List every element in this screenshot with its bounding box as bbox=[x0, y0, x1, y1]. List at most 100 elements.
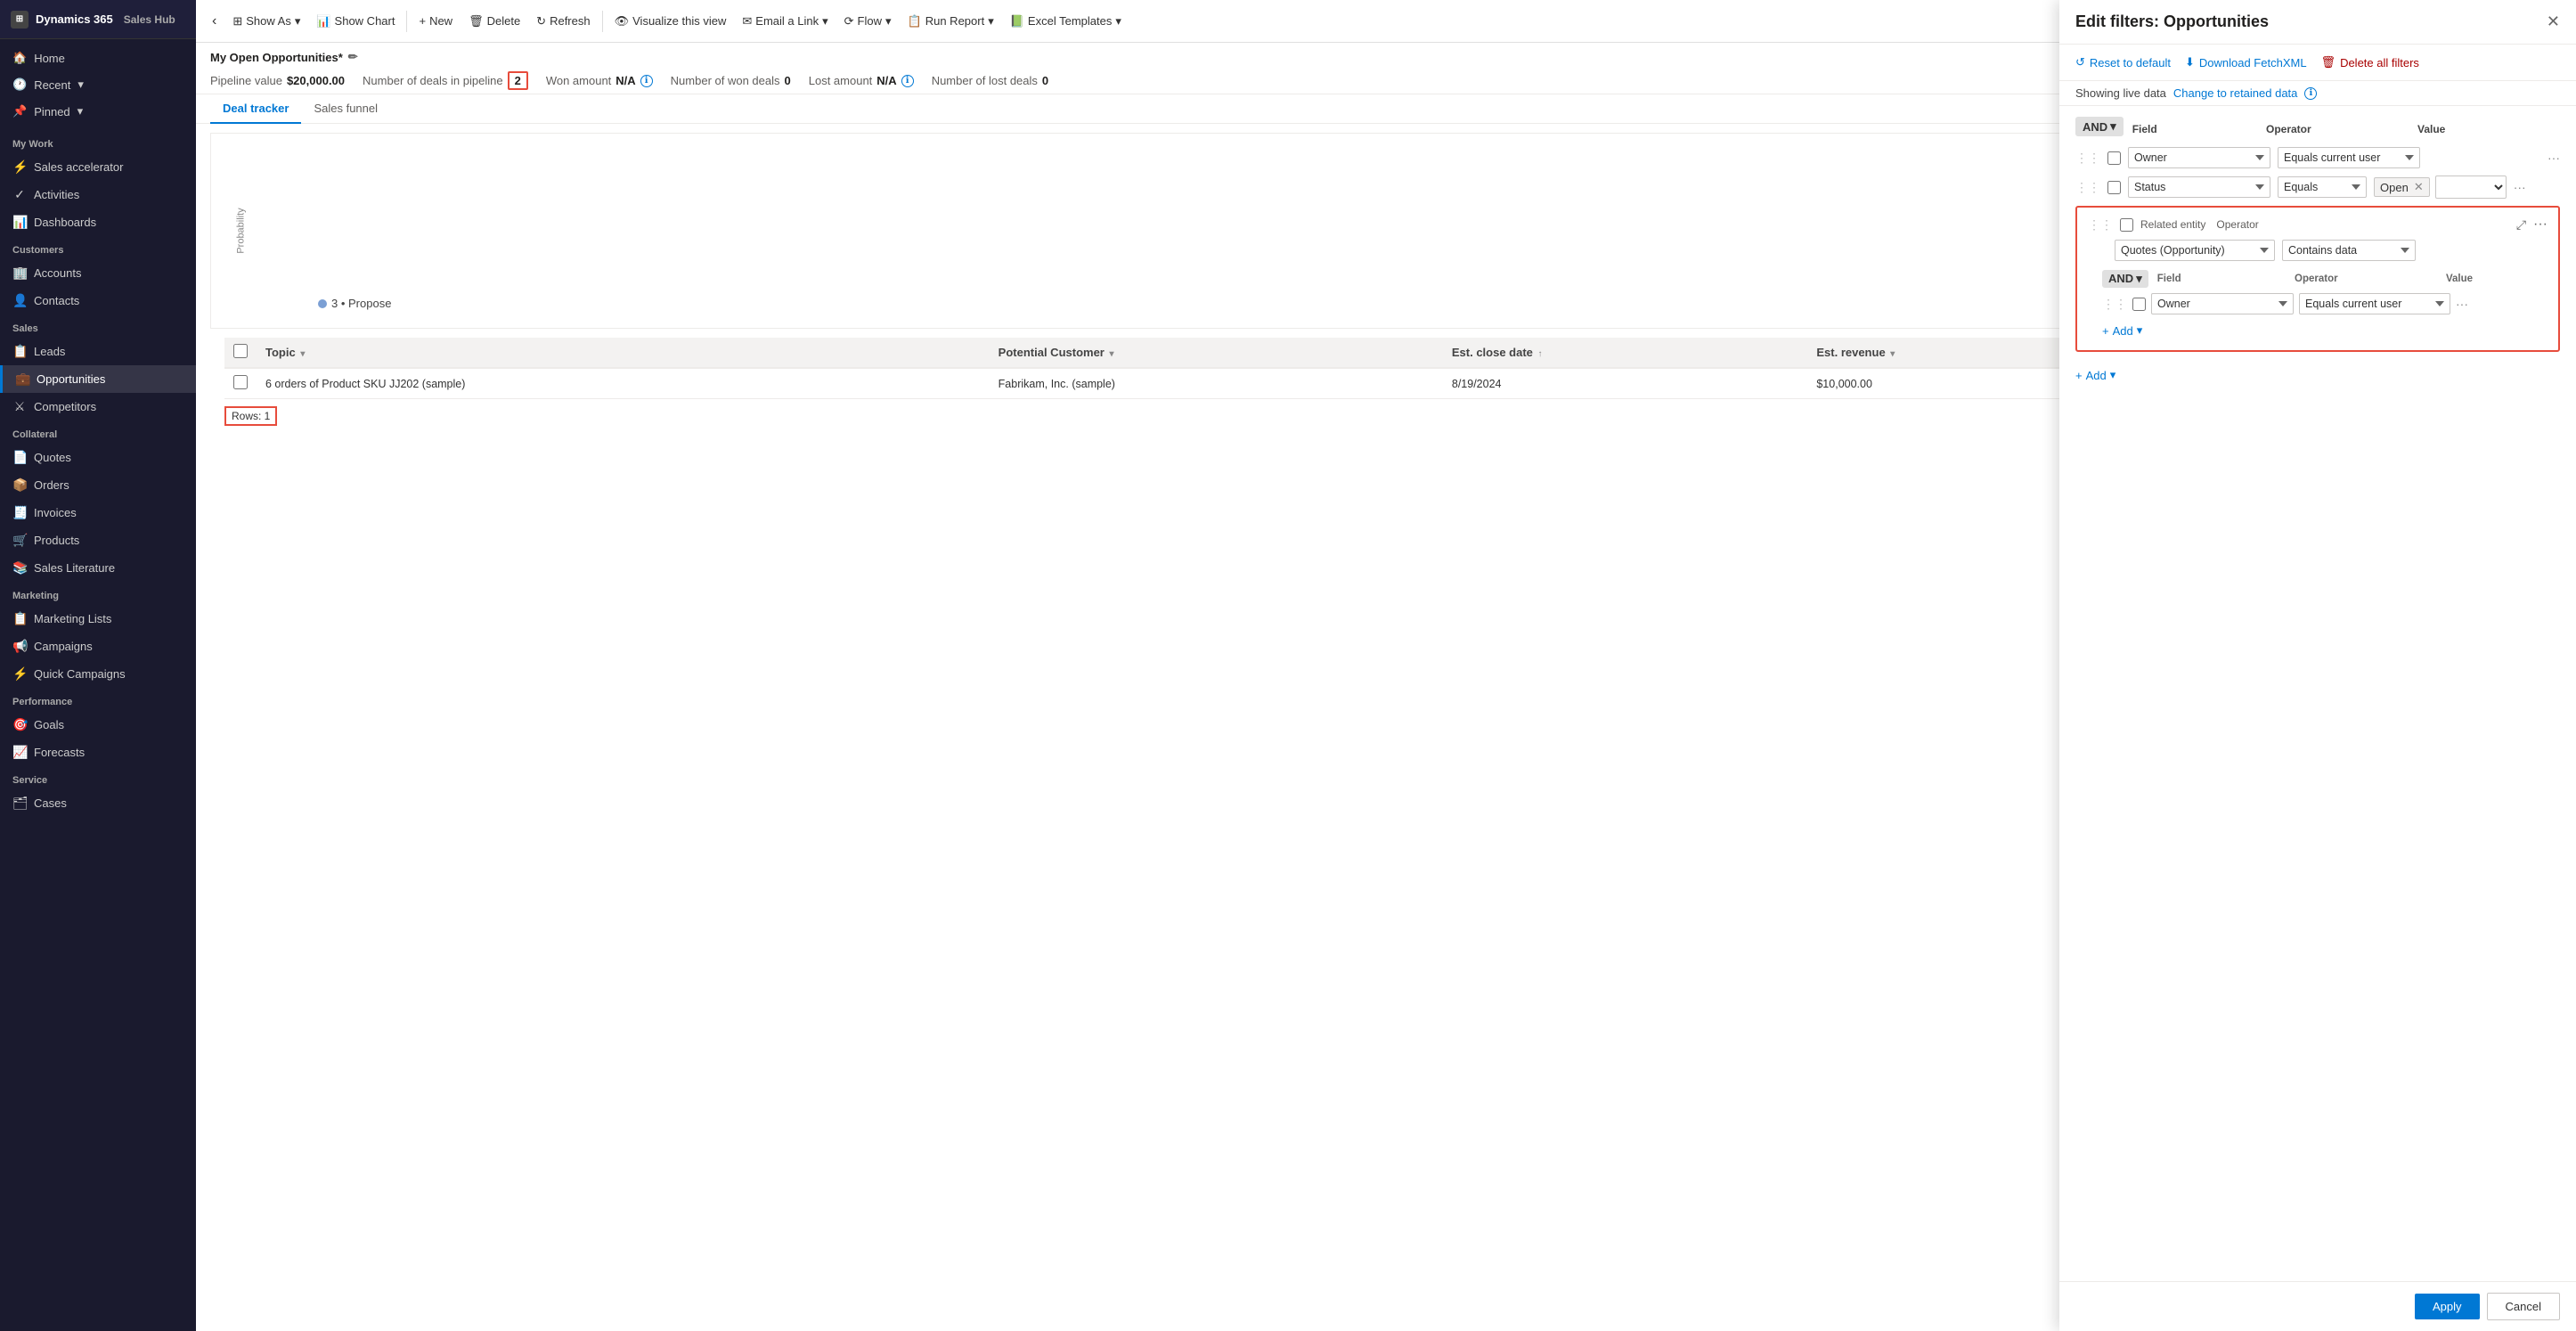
sidebar-item-home[interactable]: 🏠 Home bbox=[0, 45, 196, 71]
inner-add-button[interactable]: + Add ▾ bbox=[2102, 320, 2142, 341]
sidebar-item-sales-literature[interactable]: 📚 Sales Literature bbox=[0, 554, 196, 582]
field-col-label: Field bbox=[2132, 123, 2257, 135]
chevron-down-icon: ▾ bbox=[295, 14, 301, 29]
visualize-button[interactable]: 👁 Visualize this view bbox=[607, 10, 734, 33]
value-col-label: Value bbox=[2417, 123, 2533, 135]
panel-close-button[interactable]: ✕ bbox=[2547, 12, 2560, 31]
filter-body: AND ▾ Field Operator Value ⋮⋮ Owner Equa… bbox=[2059, 106, 2576, 1281]
run-report-button[interactable]: 📋 Run Report ▾ bbox=[901, 10, 1001, 33]
excel-templates-button[interactable]: 📗 Excel Templates ▾ bbox=[1003, 10, 1129, 33]
owner-operator-select[interactable]: Equals current user bbox=[2278, 147, 2420, 168]
status-tag: Open ✕ bbox=[2374, 177, 2430, 197]
related-entity-selects: Quotes (Opportunity) Contains data bbox=[2088, 240, 2547, 261]
sidebar-item-quotes[interactable]: 📄 Quotes bbox=[0, 444, 196, 471]
inner-filter-more-button[interactable]: ··· bbox=[2456, 297, 2468, 311]
sidebar-item-competitors[interactable]: ⚔ Competitors bbox=[0, 393, 196, 421]
number-won-label: Number of won deals bbox=[671, 74, 780, 87]
new-button[interactable]: + New bbox=[412, 10, 460, 32]
show-chart-label: Show Chart bbox=[335, 14, 395, 28]
related-entity-header: ⋮⋮ Related entity Operator ⤢ ··· bbox=[2088, 216, 2547, 233]
col-header-customer[interactable]: Potential Customer ▾ bbox=[990, 338, 1443, 368]
change-to-retained-link[interactable]: Change to retained data bbox=[2173, 86, 2298, 100]
col-header-topic[interactable]: Topic ▾ bbox=[257, 338, 990, 368]
sidebar-label-goals: Goals bbox=[34, 718, 64, 731]
and-badge[interactable]: AND ▾ bbox=[2075, 117, 2124, 136]
sidebar-label-opportunities: Opportunities bbox=[37, 372, 105, 386]
tab-sales-funnel[interactable]: Sales funnel bbox=[301, 94, 390, 124]
sort-icon: ▾ bbox=[1890, 349, 1895, 359]
row-topic-cell[interactable]: 6 orders of Product SKU JJ202 (sample) bbox=[257, 368, 990, 399]
products-icon: 🛒 bbox=[12, 533, 27, 548]
flow-label: Flow bbox=[858, 14, 882, 28]
sidebar-label-activities: Activities bbox=[34, 188, 79, 201]
filter-row-checkbox-2[interactable] bbox=[2107, 181, 2121, 194]
inner-owner-operator-select[interactable]: Equals current user bbox=[2299, 293, 2450, 314]
sidebar-item-leads[interactable]: 📋 Leads bbox=[0, 338, 196, 365]
flow-button[interactable]: ⟳ Flow ▾ bbox=[837, 10, 899, 33]
inner-filter-checkbox[interactable] bbox=[2132, 298, 2146, 311]
row-customer-cell[interactable]: Fabrikam, Inc. (sample) bbox=[990, 368, 1443, 399]
cancel-button[interactable]: Cancel bbox=[2487, 1293, 2560, 1320]
sidebar-item-products[interactable]: 🛒 Products bbox=[0, 527, 196, 554]
sidebar-item-dashboards[interactable]: 📊 Dashboards bbox=[0, 208, 196, 236]
sidebar-item-quick-campaigns[interactable]: ⚡ Quick Campaigns bbox=[0, 660, 196, 688]
related-entity-select[interactable]: Quotes (Opportunity) bbox=[2115, 240, 2275, 261]
status-tag-remove[interactable]: ✕ bbox=[2414, 180, 2424, 194]
refresh-button[interactable]: ↻ Refresh bbox=[529, 10, 597, 33]
select-all-checkbox[interactable] bbox=[233, 344, 248, 358]
sidebar-item-campaigns[interactable]: 📢 Campaigns bbox=[0, 633, 196, 660]
sidebar-item-orders[interactable]: 📦 Orders bbox=[0, 471, 196, 499]
reset-icon: ↺ bbox=[2075, 55, 2085, 69]
app-name: Dynamics 365 bbox=[36, 12, 113, 26]
reset-default-button[interactable]: ↺ Reset to default bbox=[2075, 52, 2171, 73]
sidebar-label-contacts: Contacts bbox=[34, 294, 79, 307]
related-entity-operator-select[interactable]: Contains data bbox=[2282, 240, 2416, 261]
sidebar-item-forecasts[interactable]: 📈 Forecasts bbox=[0, 739, 196, 766]
related-entity-more-button[interactable]: ··· bbox=[2533, 216, 2547, 233]
tab-deal-tracker[interactable]: Deal tracker bbox=[210, 94, 301, 124]
filter-row-checkbox-1[interactable] bbox=[2107, 151, 2121, 165]
sidebar-item-opportunities[interactable]: 💼 Opportunities bbox=[0, 365, 196, 393]
sidebar-item-cases[interactable]: 🗂 Cases bbox=[0, 789, 196, 817]
inner-and-badge[interactable]: AND ▾ bbox=[2102, 270, 2148, 288]
add-filter-button[interactable]: + Add ▾ bbox=[2075, 363, 2115, 388]
filter-row-more-button-1[interactable]: ··· bbox=[2547, 151, 2560, 165]
download-fetchxml-button[interactable]: ⬇ Download FetchXML bbox=[2185, 52, 2307, 73]
cases-icon: 🗂 bbox=[12, 796, 27, 811]
filter-row-more-button-2[interactable]: ··· bbox=[2514, 180, 2526, 194]
sort-icon: ↑ bbox=[1538, 349, 1543, 359]
col-header-close-date[interactable]: Est. close date ↑ bbox=[1443, 338, 1807, 368]
page-title: My Open Opportunities* bbox=[210, 51, 343, 64]
sidebar-item-contacts[interactable]: 👤 Contacts bbox=[0, 287, 196, 314]
delete-button[interactable]: 🗑 Delete bbox=[461, 10, 527, 33]
email-link-button[interactable]: ✉ Email a Link ▾ bbox=[735, 10, 835, 33]
sidebar-item-accounts[interactable]: 🏢 Accounts bbox=[0, 259, 196, 287]
inner-owner-field-select[interactable]: Owner bbox=[2151, 293, 2294, 314]
sidebar-item-pinned[interactable]: 📌 Pinned ▾ bbox=[0, 98, 196, 125]
sidebar-label-campaigns: Campaigns bbox=[34, 640, 93, 653]
apply-button[interactable]: Apply bbox=[2415, 1294, 2480, 1319]
owner-field-select[interactable]: Owner bbox=[2128, 147, 2270, 168]
section-label-collateral: Collateral bbox=[0, 421, 196, 444]
sidebar-item-recent[interactable]: 🕐 Recent ▾ bbox=[0, 71, 196, 98]
show-as-button[interactable]: ⊞ Show As ▾ bbox=[225, 10, 307, 33]
sidebar-item-sales-accelerator[interactable]: ⚡ Sales accelerator bbox=[0, 153, 196, 181]
status-field-select[interactable]: Status bbox=[2128, 176, 2270, 198]
show-chart-button[interactable]: 📊 Show Chart bbox=[309, 10, 402, 33]
info-icon: ℹ bbox=[640, 75, 653, 87]
sidebar-item-marketing-lists[interactable]: 📋 Marketing Lists bbox=[0, 605, 196, 633]
status-value-dropdown[interactable] bbox=[2435, 176, 2507, 199]
back-button[interactable]: ‹ bbox=[205, 10, 224, 33]
related-entity-checkbox[interactable] bbox=[2120, 218, 2133, 232]
sidebar-item-invoices[interactable]: 🧾 Invoices bbox=[0, 499, 196, 527]
status-operator-select[interactable]: Equals bbox=[2278, 176, 2367, 198]
sidebar-label-home: Home bbox=[34, 52, 65, 65]
delete-all-filters-button[interactable]: 🗑 Delete all filters bbox=[2321, 52, 2419, 73]
reset-label: Reset to default bbox=[2090, 56, 2171, 69]
sidebar-label-marketing-lists: Marketing Lists bbox=[34, 612, 111, 625]
sidebar-item-activities[interactable]: ✓ Activities bbox=[0, 181, 196, 208]
edit-title-icon[interactable]: ✏ bbox=[348, 50, 358, 64]
expand-icon[interactable]: ⤢ bbox=[2516, 217, 2526, 233]
sidebar-item-goals[interactable]: 🎯 Goals bbox=[0, 711, 196, 739]
row-checkbox[interactable] bbox=[233, 375, 248, 389]
